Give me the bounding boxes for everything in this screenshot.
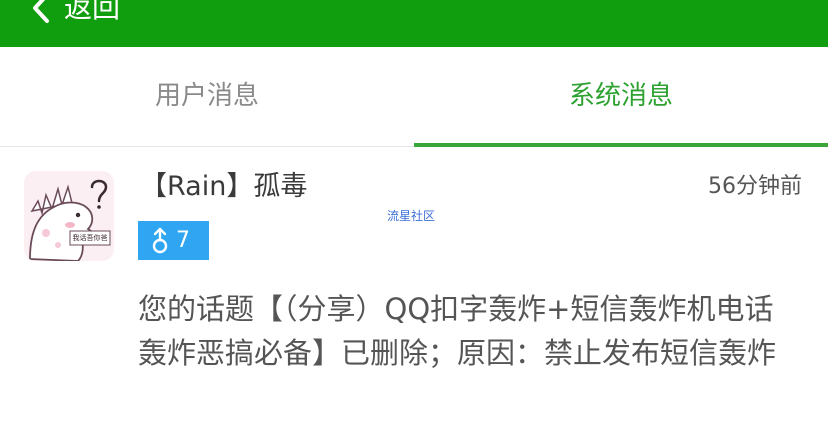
back-button[interactable]: 返回 [30,0,120,28]
message-time: 56分钟前 [708,174,802,199]
avatar[interactable]: 我话吾你爸 [24,171,114,261]
top-bar: 返回 [0,0,828,47]
male-icon [150,227,170,255]
sender-username[interactable]: 【Rain】孤毒 [140,169,307,205]
badge-count: 7 [176,228,190,253]
avatar-sign-text: 我话吾你爸 [72,234,108,242]
dinosaur-avatar [24,171,114,261]
tab-system-messages[interactable]: 系统消息 [414,47,828,146]
back-label: 返回 [64,0,121,24]
message-body: 您的话题【（分享）QQ扣字轰炸+短信轰炸机电话轰炸恶搞必备】已删除；原因：禁止发… [138,292,777,370]
gender-level-badge: 7 [138,221,209,260]
tab-bar: 用户消息 系统消息 [0,47,828,147]
message-item[interactable]: 我话吾你爸 【Rain】孤毒 56分钟前 流星社区 7 您的话题【（分享）QQ扣… [0,147,828,432]
chevron-left-icon [30,0,52,25]
watermark: 流星社区 [387,209,436,223]
tab-user-messages[interactable]: 用户消息 [0,47,414,146]
